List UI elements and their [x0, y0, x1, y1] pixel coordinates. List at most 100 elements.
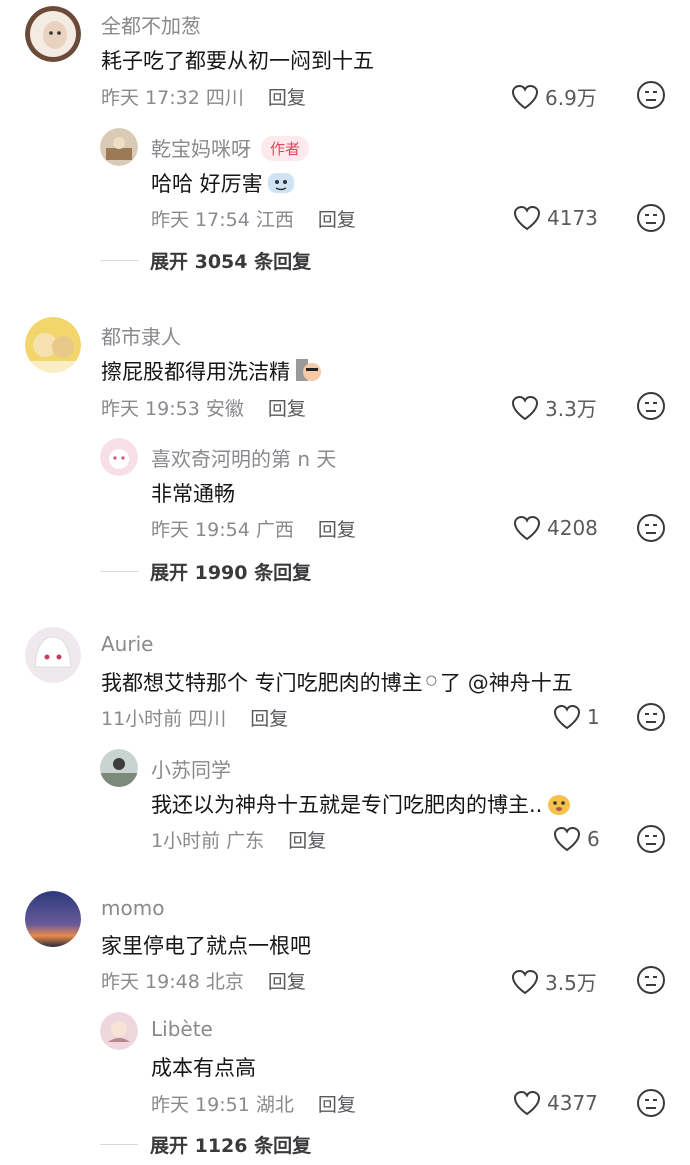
dislike-button[interactable]	[636, 513, 666, 547]
reply-text-content: 哈哈 好厉害	[151, 172, 263, 196]
avatar[interactable]	[100, 1012, 138, 1050]
reply-meta: 昨天 19:51 湖北 回复	[151, 1090, 356, 1117]
reply-button[interactable]: 回复	[268, 87, 306, 109]
dislike-button[interactable]	[636, 391, 666, 425]
reply-button[interactable]: 回复	[250, 708, 288, 730]
heart-outline-icon	[511, 969, 539, 994]
like-button[interactable]: 3.5万	[511, 967, 597, 996]
divider	[100, 260, 138, 261]
heart-outline-icon	[553, 704, 581, 730]
comment-meta: 昨天 19:48 北京 回复	[101, 967, 306, 994]
comment-meta: 昨天 19:53 安徽 回复	[101, 394, 306, 421]
comment-location: 安徽	[205, 398, 244, 420]
comment-meta: 11小时前 四川 回复	[101, 704, 288, 731]
reply-button[interactable]: 回复	[288, 830, 326, 852]
search-mark-icon: ○	[425, 673, 438, 688]
comment-username[interactable]: 都市隶人	[101, 321, 181, 350]
like-button[interactable]: 4377	[513, 1090, 598, 1116]
reply-username-text: 乾宝妈咪呀	[151, 137, 251, 161]
reply-button[interactable]: 回复	[318, 209, 356, 231]
reply-username[interactable]: 小苏同学	[151, 754, 231, 783]
expand-replies-button[interactable]: 展开 3054 条回复	[100, 247, 311, 274]
like-count: 4377	[547, 1091, 598, 1115]
dislike-button[interactable]	[636, 203, 666, 237]
comment-location: 北京	[205, 971, 244, 993]
reply-button[interactable]: 回复	[318, 519, 356, 541]
dislike-button[interactable]	[636, 824, 666, 858]
heart-outline-icon	[513, 515, 541, 541]
divider	[100, 571, 138, 572]
comment-username[interactable]: momo	[101, 896, 164, 920]
avatar[interactable]	[100, 438, 138, 476]
comment-location: 四川	[205, 87, 244, 109]
reply-button[interactable]: 回复	[318, 1094, 356, 1116]
reply-location: 广东	[226, 830, 265, 852]
reply-text: 成本有点高	[151, 1056, 256, 1080]
reply-meta: 昨天 19:54 广西 回复	[151, 515, 356, 542]
avatar[interactable]	[100, 128, 138, 166]
like-button[interactable]: 6.9万	[511, 82, 597, 111]
like-count: 6	[587, 827, 600, 851]
reply-time: 昨天 17:54	[151, 209, 250, 231]
comment-username[interactable]: Aurie	[101, 632, 153, 656]
avatar[interactable]	[100, 749, 138, 787]
dislike-face-icon	[637, 703, 665, 731]
comment-location: 四川	[188, 708, 227, 730]
expand-replies-button[interactable]: 展开 1126 条回复	[100, 1131, 311, 1158]
reply-location: 广西	[255, 519, 294, 541]
reply-text: 哈哈 好厉害	[151, 168, 296, 200]
reply-time: 昨天 19:51	[151, 1094, 250, 1116]
expand-replies-label: 展开 1990 条回复	[150, 562, 312, 584]
heart-outline-icon	[513, 1090, 541, 1116]
comment-text: 家里停电了就点一根吧	[101, 934, 311, 958]
dislike-button[interactable]	[636, 702, 666, 736]
reply-meta: 昨天 17:54 江西 回复	[151, 205, 356, 232]
reply-time: 昨天 19:54	[151, 519, 250, 541]
dislike-button[interactable]	[636, 1088, 666, 1122]
like-count: 3.3万	[545, 397, 597, 421]
reply-button[interactable]: 回复	[268, 971, 306, 993]
comment-text: 耗子吃了都要从初一闷到十五	[101, 49, 374, 73]
like-count: 1	[587, 705, 600, 729]
dislike-face-icon	[637, 825, 665, 853]
reply-text: 非常通畅	[151, 482, 235, 506]
like-count: 3.5万	[545, 971, 597, 995]
dislike-face-icon	[637, 1089, 665, 1117]
comment-time: 昨天 19:48	[101, 971, 200, 993]
avatar[interactable]	[25, 317, 81, 373]
dislike-face-icon	[637, 392, 665, 420]
dislike-button[interactable]	[636, 965, 666, 999]
mention-link[interactable]: @神舟十五	[468, 671, 573, 695]
avatar[interactable]	[25, 6, 81, 62]
avatar[interactable]	[25, 891, 81, 947]
reply-location: 江西	[255, 209, 294, 231]
emoji-sticker-icon	[545, 790, 573, 821]
like-button[interactable]: 4208	[513, 515, 598, 541]
like-count: 6.9万	[545, 86, 597, 110]
comment-text-tail: 了	[440, 671, 462, 695]
comment-username[interactable]: 全都不加葱	[101, 10, 201, 39]
reply-text: 我还以为神舟十五就是专门吃肥肉的博主..	[151, 789, 573, 821]
reply-username[interactable]: 喜欢奇河明的第 n 天	[151, 443, 336, 472]
comment-meta: 昨天 17:32 四川 回复	[101, 83, 306, 110]
heart-outline-icon	[553, 826, 581, 852]
like-button[interactable]: 6	[553, 826, 600, 852]
comment-time: 昨天 17:32	[101, 87, 200, 109]
emoji-sticker-icon	[266, 169, 296, 200]
reply-username[interactable]: 乾宝妈咪呀 作者	[151, 133, 310, 162]
dislike-face-icon	[637, 514, 665, 542]
like-count: 4208	[547, 516, 598, 540]
reply-button[interactable]: 回复	[268, 398, 306, 420]
comment-text-content: 我都想艾特那个 专门吃肥肉的博主	[101, 671, 423, 695]
like-button[interactable]: 3.3万	[511, 393, 597, 422]
reply-location: 湖北	[255, 1094, 294, 1116]
expand-replies-button[interactable]: 展开 1990 条回复	[100, 558, 311, 585]
reply-username[interactable]: Libète	[151, 1017, 213, 1041]
avatar[interactable]	[25, 627, 81, 683]
dislike-button[interactable]	[636, 80, 666, 114]
like-button[interactable]: 1	[553, 704, 600, 730]
heart-outline-icon	[513, 205, 541, 231]
expand-replies-label: 展开 1126 条回复	[150, 1135, 312, 1157]
like-button[interactable]: 4173	[513, 205, 598, 231]
comment-time: 11小时前	[101, 708, 183, 730]
